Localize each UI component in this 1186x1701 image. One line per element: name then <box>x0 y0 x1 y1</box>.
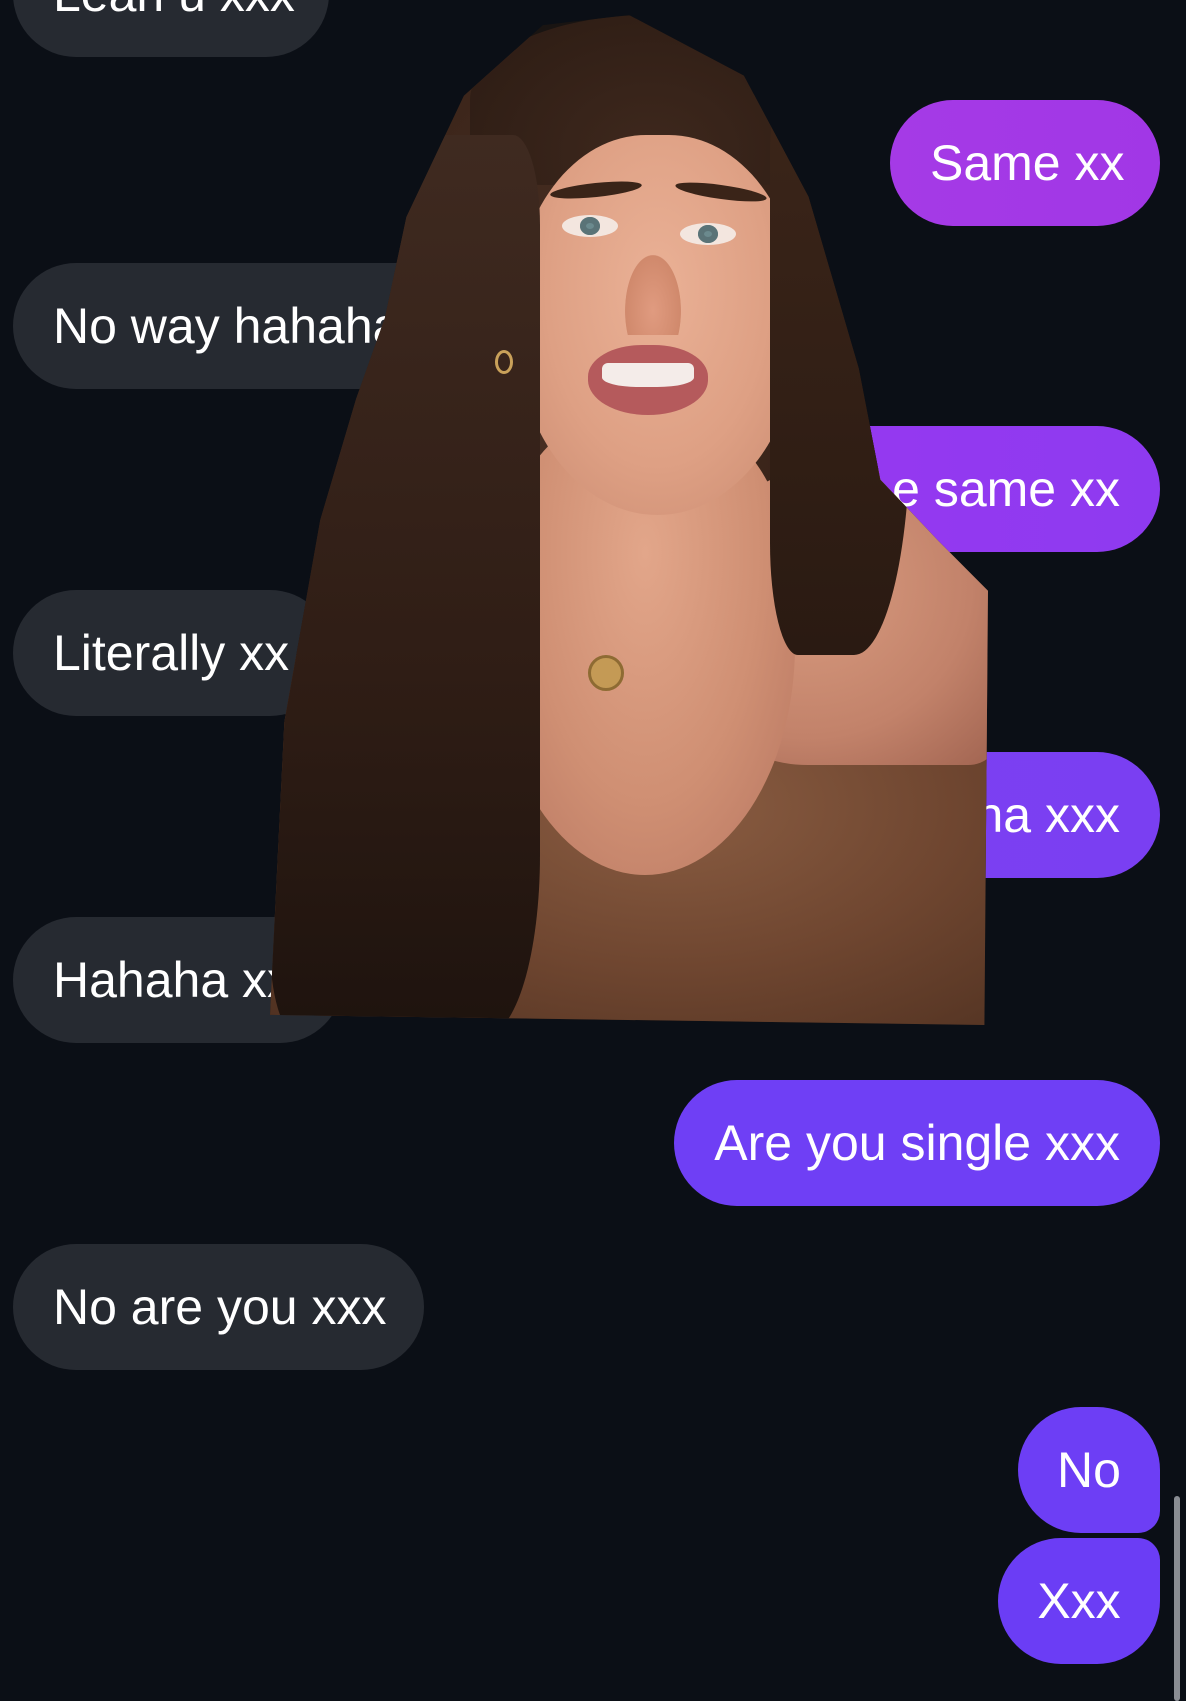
received-message-bubble[interactable]: No are you xxx <box>13 1244 424 1370</box>
teeth <box>602 363 694 387</box>
sent-message-bubble[interactable]: Same xx <box>890 100 1160 226</box>
sent-message-bubble[interactable]: No <box>1018 1407 1160 1533</box>
left-eye <box>562 215 618 237</box>
sent-message-bubble[interactable]: Are you single xxx <box>674 1080 1160 1206</box>
received-message-bubble[interactable]: Lean u xxx <box>13 0 329 57</box>
necklace-pendant-icon <box>588 655 624 691</box>
right-eye <box>680 223 736 245</box>
nose <box>625 255 681 335</box>
received-message-bubble[interactable]: Literally xx <box>13 590 333 716</box>
sent-message-bubble[interactable]: Xxx <box>998 1538 1160 1664</box>
earring-icon <box>495 350 513 374</box>
scrollbar[interactable] <box>1174 1496 1180 1701</box>
